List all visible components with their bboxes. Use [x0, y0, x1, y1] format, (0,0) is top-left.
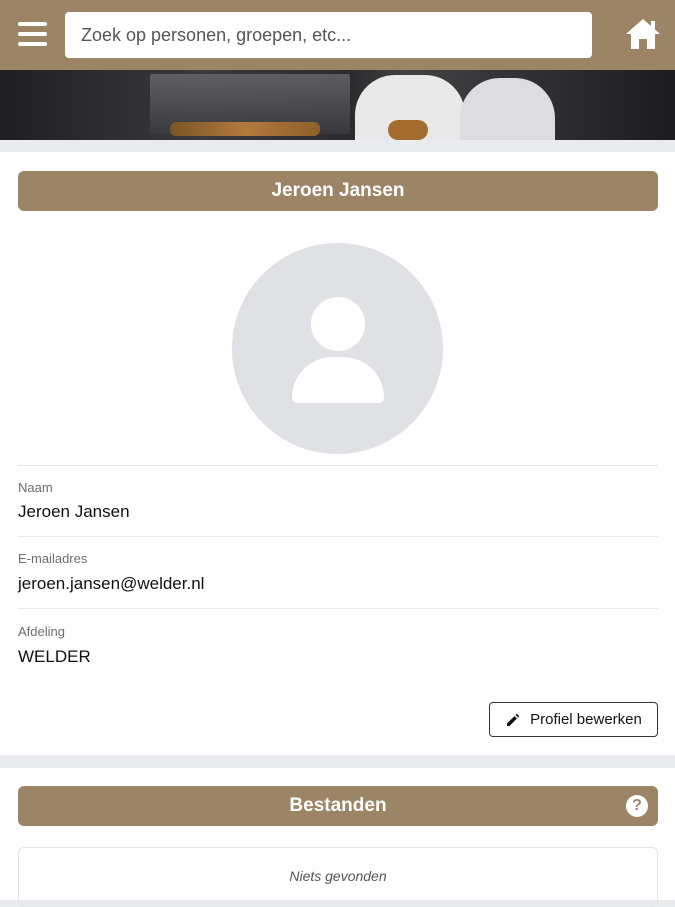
- email-value: jeroen.jansen@welder.nl: [18, 574, 205, 593]
- profile-header: Jeroen Jansen: [18, 171, 658, 211]
- home-icon[interactable]: [624, 17, 662, 51]
- department-value: WELDER: [18, 647, 91, 666]
- empty-state-text: Niets gevonden: [289, 868, 387, 884]
- email-label: E-mailadres: [18, 551, 88, 566]
- hamburger-menu-icon[interactable]: [18, 22, 47, 46]
- files-empty-state: Niets gevonden: [18, 847, 658, 907]
- header-banner-image: [0, 70, 675, 140]
- department-label: Afdeling: [18, 624, 65, 639]
- divider: [18, 608, 658, 609]
- pencil-icon: [507, 713, 520, 726]
- user-placeholder-icon: [232, 243, 443, 454]
- search-input[interactable]: [65, 12, 592, 58]
- edit-profile-button[interactable]: Profiel bewerken: [489, 702, 658, 737]
- name-value: Jeroen Jansen: [18, 502, 130, 521]
- question-circle-icon[interactable]: ?: [626, 795, 648, 817]
- divider: [18, 536, 658, 537]
- files-card: Bestanden ? Niets gevonden: [0, 768, 675, 907]
- name-label: Naam: [18, 480, 53, 495]
- files-header-label: Bestanden: [289, 795, 387, 816]
- profile-card: Jeroen Jansen Naam Jeroen Jansen E-maila…: [0, 152, 675, 755]
- edit-profile-label: Profiel bewerken: [530, 711, 642, 728]
- top-bar: [0, 0, 675, 70]
- files-header: Bestanden ?: [18, 786, 658, 826]
- divider: [18, 465, 658, 466]
